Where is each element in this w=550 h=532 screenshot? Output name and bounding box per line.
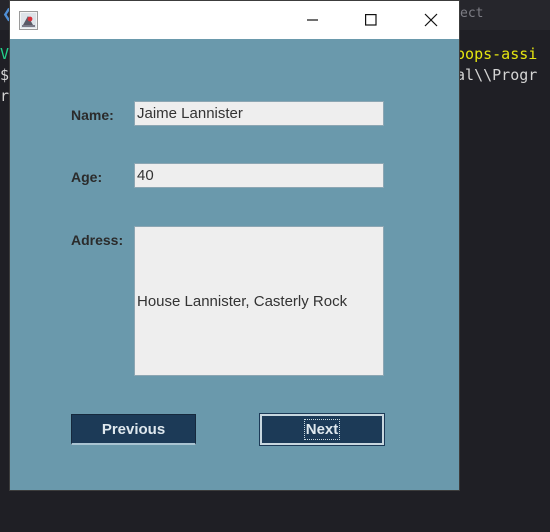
- address-label: Adress:: [71, 232, 124, 248]
- next-button-label: Next: [303, 419, 341, 440]
- title-bar[interactable]: [10, 1, 459, 39]
- next-button[interactable]: Next: [259, 413, 385, 446]
- close-button[interactable]: [408, 1, 454, 39]
- age-label: Age:: [71, 169, 103, 185]
- name-field[interactable]: Jaime Lannister: [134, 101, 384, 126]
- minimize-icon: [307, 19, 318, 21]
- java-app-icon: [19, 11, 38, 30]
- maximize-button[interactable]: [348, 1, 394, 39]
- address-textarea[interactable]: House Lannister, Casterly Rock: [134, 226, 384, 376]
- previous-button[interactable]: Previous: [71, 414, 196, 445]
- age-field[interactable]: 40: [134, 163, 384, 188]
- minimize-button[interactable]: [290, 1, 336, 39]
- terminal-line: r: [0, 87, 10, 105]
- background-tab-label[interactable]: ect: [460, 6, 483, 21]
- name-label: Name:: [71, 107, 114, 123]
- close-icon: [424, 13, 438, 27]
- app-window: Name: Jaime Lannister Age: 40 Adress: Ho…: [9, 0, 460, 491]
- maximize-icon: [365, 14, 377, 26]
